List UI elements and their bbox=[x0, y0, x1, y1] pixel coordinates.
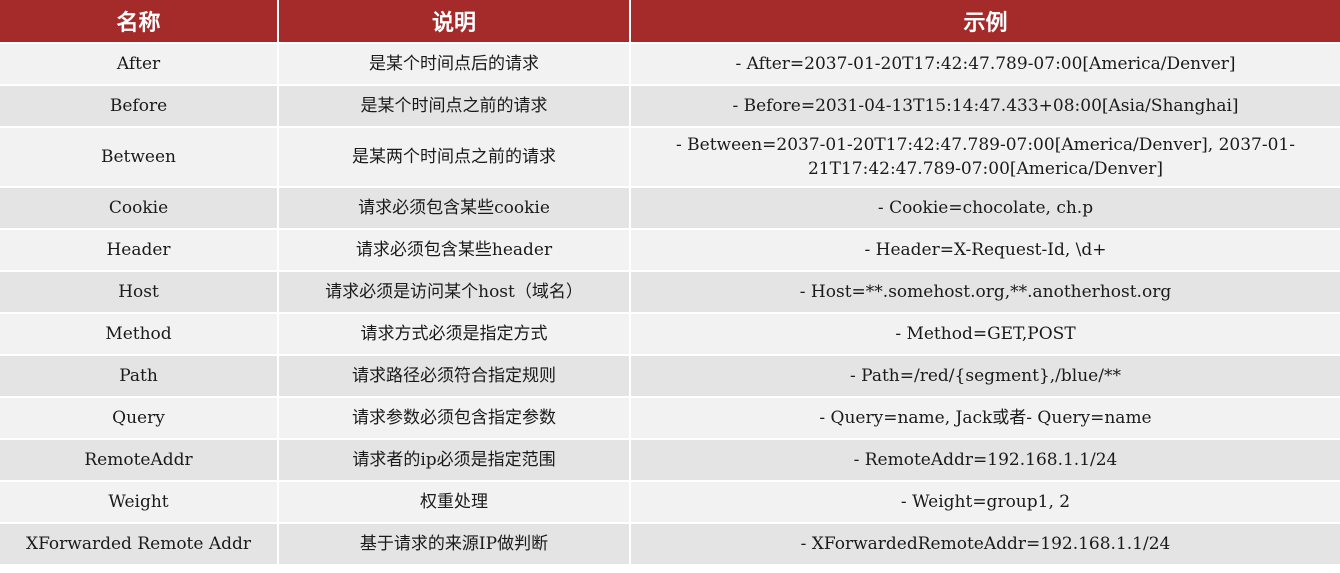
cell-example: - Query=name, Jack或者- Query=name bbox=[630, 397, 1340, 440]
table-row: Before 是某个时间点之前的请求 - Before=2031-04-13T1… bbox=[0, 85, 1340, 128]
cell-description: 请求者的ip必须是指定范围 bbox=[278, 439, 631, 482]
cell-description: 请求参数必须包含指定参数 bbox=[278, 397, 631, 440]
cell-description: 基于请求的来源IP做判断 bbox=[278, 523, 631, 566]
header-name: 名称 bbox=[0, 0, 279, 44]
cell-description: 请求必须包含某些header bbox=[278, 229, 631, 272]
cell-name: Between bbox=[0, 127, 279, 188]
cell-description: 请求必须是访问某个host（域名） bbox=[278, 271, 631, 314]
cell-name: Weight bbox=[0, 481, 279, 524]
predicate-table: 名称 说明 示例 After 是某个时间点后的请求 - After=2037-0… bbox=[0, 0, 1340, 566]
cell-example: - Weight=group1, 2 bbox=[630, 481, 1340, 524]
table-row: RemoteAddr 请求者的ip必须是指定范围 - RemoteAddr=19… bbox=[0, 439, 1340, 482]
cell-name: Method bbox=[0, 313, 279, 356]
cell-description: 请求必须包含某些cookie bbox=[278, 187, 631, 230]
cell-name: RemoteAddr bbox=[0, 439, 279, 482]
table-body: After 是某个时间点后的请求 - After=2037-01-20T17:4… bbox=[0, 43, 1340, 566]
cell-description: 是某个时间点之前的请求 bbox=[278, 85, 631, 128]
cell-example: - Path=/red/{segment},/blue/** bbox=[630, 355, 1340, 398]
table-row: After 是某个时间点后的请求 - After=2037-01-20T17:4… bbox=[0, 43, 1340, 86]
header-description: 说明 bbox=[278, 0, 631, 44]
cell-example: - Between=2037-01-20T17:42:47.789-07:00[… bbox=[630, 127, 1340, 188]
cell-name: Host bbox=[0, 271, 279, 314]
cell-description: 请求方式必须是指定方式 bbox=[278, 313, 631, 356]
table-row: XForwarded Remote Addr 基于请求的来源IP做判断 - XF… bbox=[0, 523, 1340, 566]
cell-example: - Before=2031-04-13T15:14:47.433+08:00[A… bbox=[630, 85, 1340, 128]
cell-description: 权重处理 bbox=[278, 481, 631, 524]
table-row: Query 请求参数必须包含指定参数 - Query=name, Jack或者-… bbox=[0, 397, 1340, 440]
cell-name: Before bbox=[0, 85, 279, 128]
cell-example: - XForwardedRemoteAddr=192.168.1.1/24 bbox=[630, 523, 1340, 566]
header-example: 示例 bbox=[630, 0, 1340, 44]
table-row: Between 是某两个时间点之前的请求 - Between=2037-01-2… bbox=[0, 127, 1340, 188]
table-row: Method 请求方式必须是指定方式 - Method=GET,POST bbox=[0, 313, 1340, 356]
table-row: Header 请求必须包含某些header - Header=X-Request… bbox=[0, 229, 1340, 272]
table-row: Path 请求路径必须符合指定规则 - Path=/red/{segment},… bbox=[0, 355, 1340, 398]
table-row: Host 请求必须是访问某个host（域名） - Host=**.somehos… bbox=[0, 271, 1340, 314]
cell-example: - After=2037-01-20T17:42:47.789-07:00[Am… bbox=[630, 43, 1340, 86]
cell-name: Header bbox=[0, 229, 279, 272]
cell-name: After bbox=[0, 43, 279, 86]
cell-example: - Method=GET,POST bbox=[630, 313, 1340, 356]
cell-example: - Cookie=chocolate, ch.p bbox=[630, 187, 1340, 230]
cell-description: 是某个时间点后的请求 bbox=[278, 43, 631, 86]
cell-name: Path bbox=[0, 355, 279, 398]
cell-description: 请求路径必须符合指定规则 bbox=[278, 355, 631, 398]
cell-name: Query bbox=[0, 397, 279, 440]
table-header: 名称 说明 示例 bbox=[0, 0, 1340, 44]
table-row: Weight 权重处理 - Weight=group1, 2 bbox=[0, 481, 1340, 524]
cell-description: 是某两个时间点之前的请求 bbox=[278, 127, 631, 188]
table-row: Cookie 请求必须包含某些cookie - Cookie=chocolate… bbox=[0, 187, 1340, 230]
cell-example: - RemoteAddr=192.168.1.1/24 bbox=[630, 439, 1340, 482]
cell-example: - Header=X-Request-Id, \d+ bbox=[630, 229, 1340, 272]
cell-name: Cookie bbox=[0, 187, 279, 230]
cell-name: XForwarded Remote Addr bbox=[0, 523, 279, 566]
cell-example: - Host=**.somehost.org,**.anotherhost.or… bbox=[630, 271, 1340, 314]
